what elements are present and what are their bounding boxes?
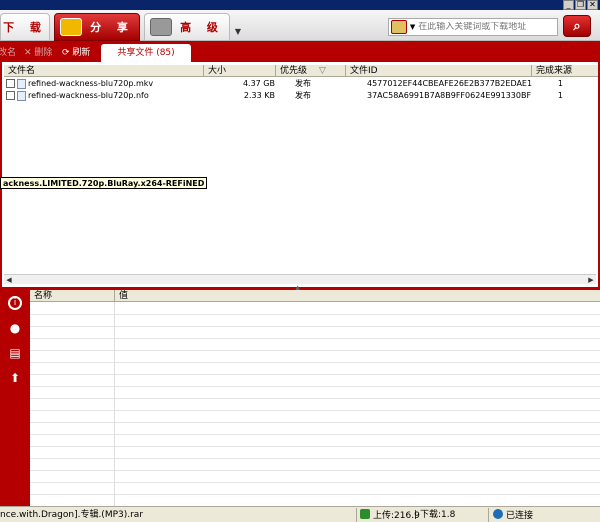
refresh-button[interactable]: ⟳ 刷新 [62,45,90,58]
col-sources[interactable]: 完成来源 [532,65,598,77]
detail-gridline [30,482,600,483]
close-icon[interactable]: ✕ [587,0,598,10]
tab-shared-files[interactable]: 共享文件 (85) [100,43,192,62]
file-icon [17,79,26,89]
list-icon[interactable]: ▤ [8,346,22,360]
detail-table-header: 名称 值 [30,290,600,302]
shared-files-pane: 文件名 大小 优先级 ▽ 文件ID 完成来源 refined-wackness-b… [0,62,600,287]
tab-download[interactable]: 下 载 [0,13,50,41]
detail-gridline [30,458,600,459]
refresh-label: 刷新 [72,48,91,58]
detail-gridline [30,410,600,411]
file-name: refined-wackness-blu720p.mkv [28,79,154,88]
detail-gridline [30,446,600,447]
window-title-bar: _ ❐ ✕ [0,0,600,10]
status-divider [356,508,357,522]
status-download: 下载:1.8 [420,510,456,520]
status-bar: nce.with.Dragon].专辑.(MP3).rar 上传:216.9 |… [0,506,600,522]
tools-icon [150,18,173,36]
file-sources: 1 [557,79,563,88]
sort-icon: ▽ [319,66,326,76]
col-file-id[interactable]: 文件ID [346,65,532,77]
minimize-icon[interactable]: _ [563,0,574,10]
status-connection-label: 已连接 [506,511,534,521]
detail-sidebar: i ● ▤ ⬆ [0,290,30,506]
restore-icon[interactable]: ❐ [575,0,586,10]
horizontal-scrollbar[interactable]: ◀ ▶ [4,274,596,284]
row-checkbox[interactable] [6,79,15,88]
tab-share-label: 分 享 [90,21,134,34]
detail-gridline [30,314,600,315]
detail-gridline [30,494,600,495]
detail-gridline [30,374,600,375]
tab-advanced[interactable]: 高 级 [144,13,230,41]
tab-download-label: 下 载 [3,21,47,34]
file-table-header: 文件名 大小 优先级 ▽ 文件ID 完成来源 [4,65,598,77]
file-name: refined-wackness-blu720p.nfo [28,91,149,100]
filename-tooltip: ackness.LIMITED.720p.BluRay.x264-REFiNED [0,177,208,189]
detail-gridline [30,350,600,351]
row-checkbox[interactable] [6,91,15,100]
action-bar: 改名 ✕ 删除 ⟳ 刷新 [0,41,600,62]
file-priority: 发布 [295,79,311,88]
col-name[interactable]: 名称 [30,290,115,302]
detail-gridline [30,422,600,423]
file-size: 2.33 KB [243,91,275,100]
status-current-file: nce.with.Dragon].专辑.(MP3).rar [0,510,144,520]
search-button[interactable]: ⌕ [563,15,591,37]
col-filename[interactable]: 文件名 [4,65,204,77]
file-id: 37AC58A6991B7A8B9FF0624E991330BF [367,91,532,100]
delete-button[interactable]: ✕ 删除 [24,45,52,58]
file-icon [17,91,26,101]
rename-button[interactable]: 改名 [0,45,16,58]
file-size: 4.37 GB [242,79,275,88]
upload-speed-icon [360,509,370,519]
file-id: 4577012EF44CBEAFE26E2B377B2EDAE1 [367,79,533,88]
share-icon [60,18,83,36]
table-row[interactable]: refined-wackness-blu720p.mkv 4.37 GB 发布 … [4,78,598,90]
file-priority: 发布 [295,91,311,100]
scroll-left-icon[interactable]: ◀ [4,275,14,285]
search-type-icon[interactable] [391,20,407,34]
detail-gridline [30,470,600,471]
detail-gridline [30,386,600,387]
status-upload: 上传:216.9 [360,509,420,521]
status-divider [488,508,489,522]
status-connection: 已连接 [493,509,533,521]
col-priority[interactable]: 优先级 ▽ [276,65,346,77]
detail-gridline [30,362,600,363]
detail-gridline [30,434,600,435]
scroll-right-icon[interactable]: ▶ [586,275,596,285]
status-upload-value: 上传:216.9 [373,511,420,521]
delete-label: 删除 [34,48,53,58]
detail-gridline [30,326,600,327]
col-size[interactable]: 大小 [204,65,276,77]
chevron-down-icon[interactable]: ▼ [410,23,415,31]
search-box: ▼ [388,18,558,36]
window-controls: _ ❐ ✕ [563,0,598,10]
detail-gridline [30,398,600,399]
col-value[interactable]: 值 [115,290,600,302]
file-sources: 1 [557,91,563,100]
col-priority-label: 优先级 [280,66,308,76]
upload-icon[interactable]: ⬆ [8,371,22,385]
tab-share[interactable]: 分 享 [54,13,140,41]
detail-pane: 名称 值 [30,290,600,506]
tab-more-dropdown[interactable]: ▼ [233,24,243,40]
info-icon[interactable]: i [8,296,22,310]
connection-icon [493,509,503,519]
detail-gridline [30,338,600,339]
chat-icon[interactable]: ● [8,321,22,335]
search-icon: ⌕ [573,19,581,34]
search-input[interactable] [418,22,557,32]
status-speed-separator: | [414,510,418,520]
detail-column-divider [114,302,115,506]
tab-advanced-label: 高 级 [180,21,224,34]
table-row[interactable]: refined-wackness-blu720p.nfo 2.33 KB 发布 … [4,90,598,102]
